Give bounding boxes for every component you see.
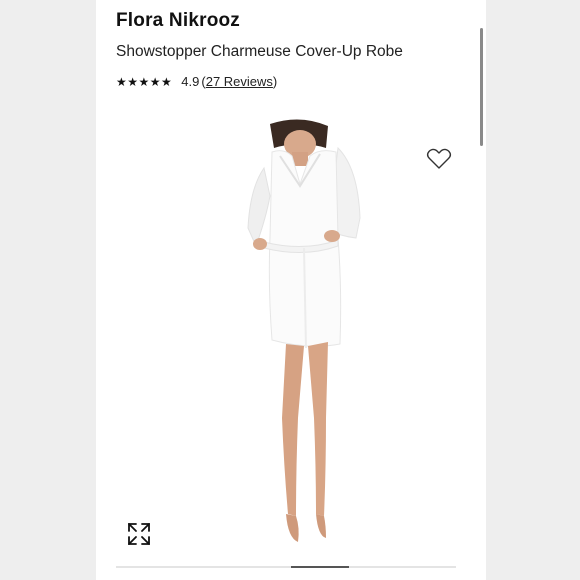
model-image xyxy=(247,119,361,542)
brand-name[interactable]: Flora Nikrooz xyxy=(116,10,240,32)
wishlist-heart-icon[interactable] xyxy=(426,148,452,170)
reviews-link[interactable]: 27 Reviews xyxy=(206,74,273,89)
background-left xyxy=(0,0,96,580)
scrollbar[interactable] xyxy=(480,28,483,146)
rating-row: ★★★★★ 4.9 ( 27 Reviews ) xyxy=(116,74,277,89)
product-page: Flora Nikrooz Showstopper Charmeuse Cove… xyxy=(96,0,486,580)
paren-close: ) xyxy=(272,74,278,89)
rating-value: 4.9 xyxy=(181,74,200,89)
background-right xyxy=(486,0,580,580)
product-image[interactable] xyxy=(96,118,486,558)
carousel-indicator-thumb[interactable] xyxy=(291,566,349,568)
star-rating-icon: ★★★★★ xyxy=(116,74,173,89)
expand-icon[interactable] xyxy=(126,521,152,547)
product-title: Showstopper Charmeuse Cover-Up Robe xyxy=(116,43,403,60)
carousel-indicator[interactable] xyxy=(116,566,456,568)
